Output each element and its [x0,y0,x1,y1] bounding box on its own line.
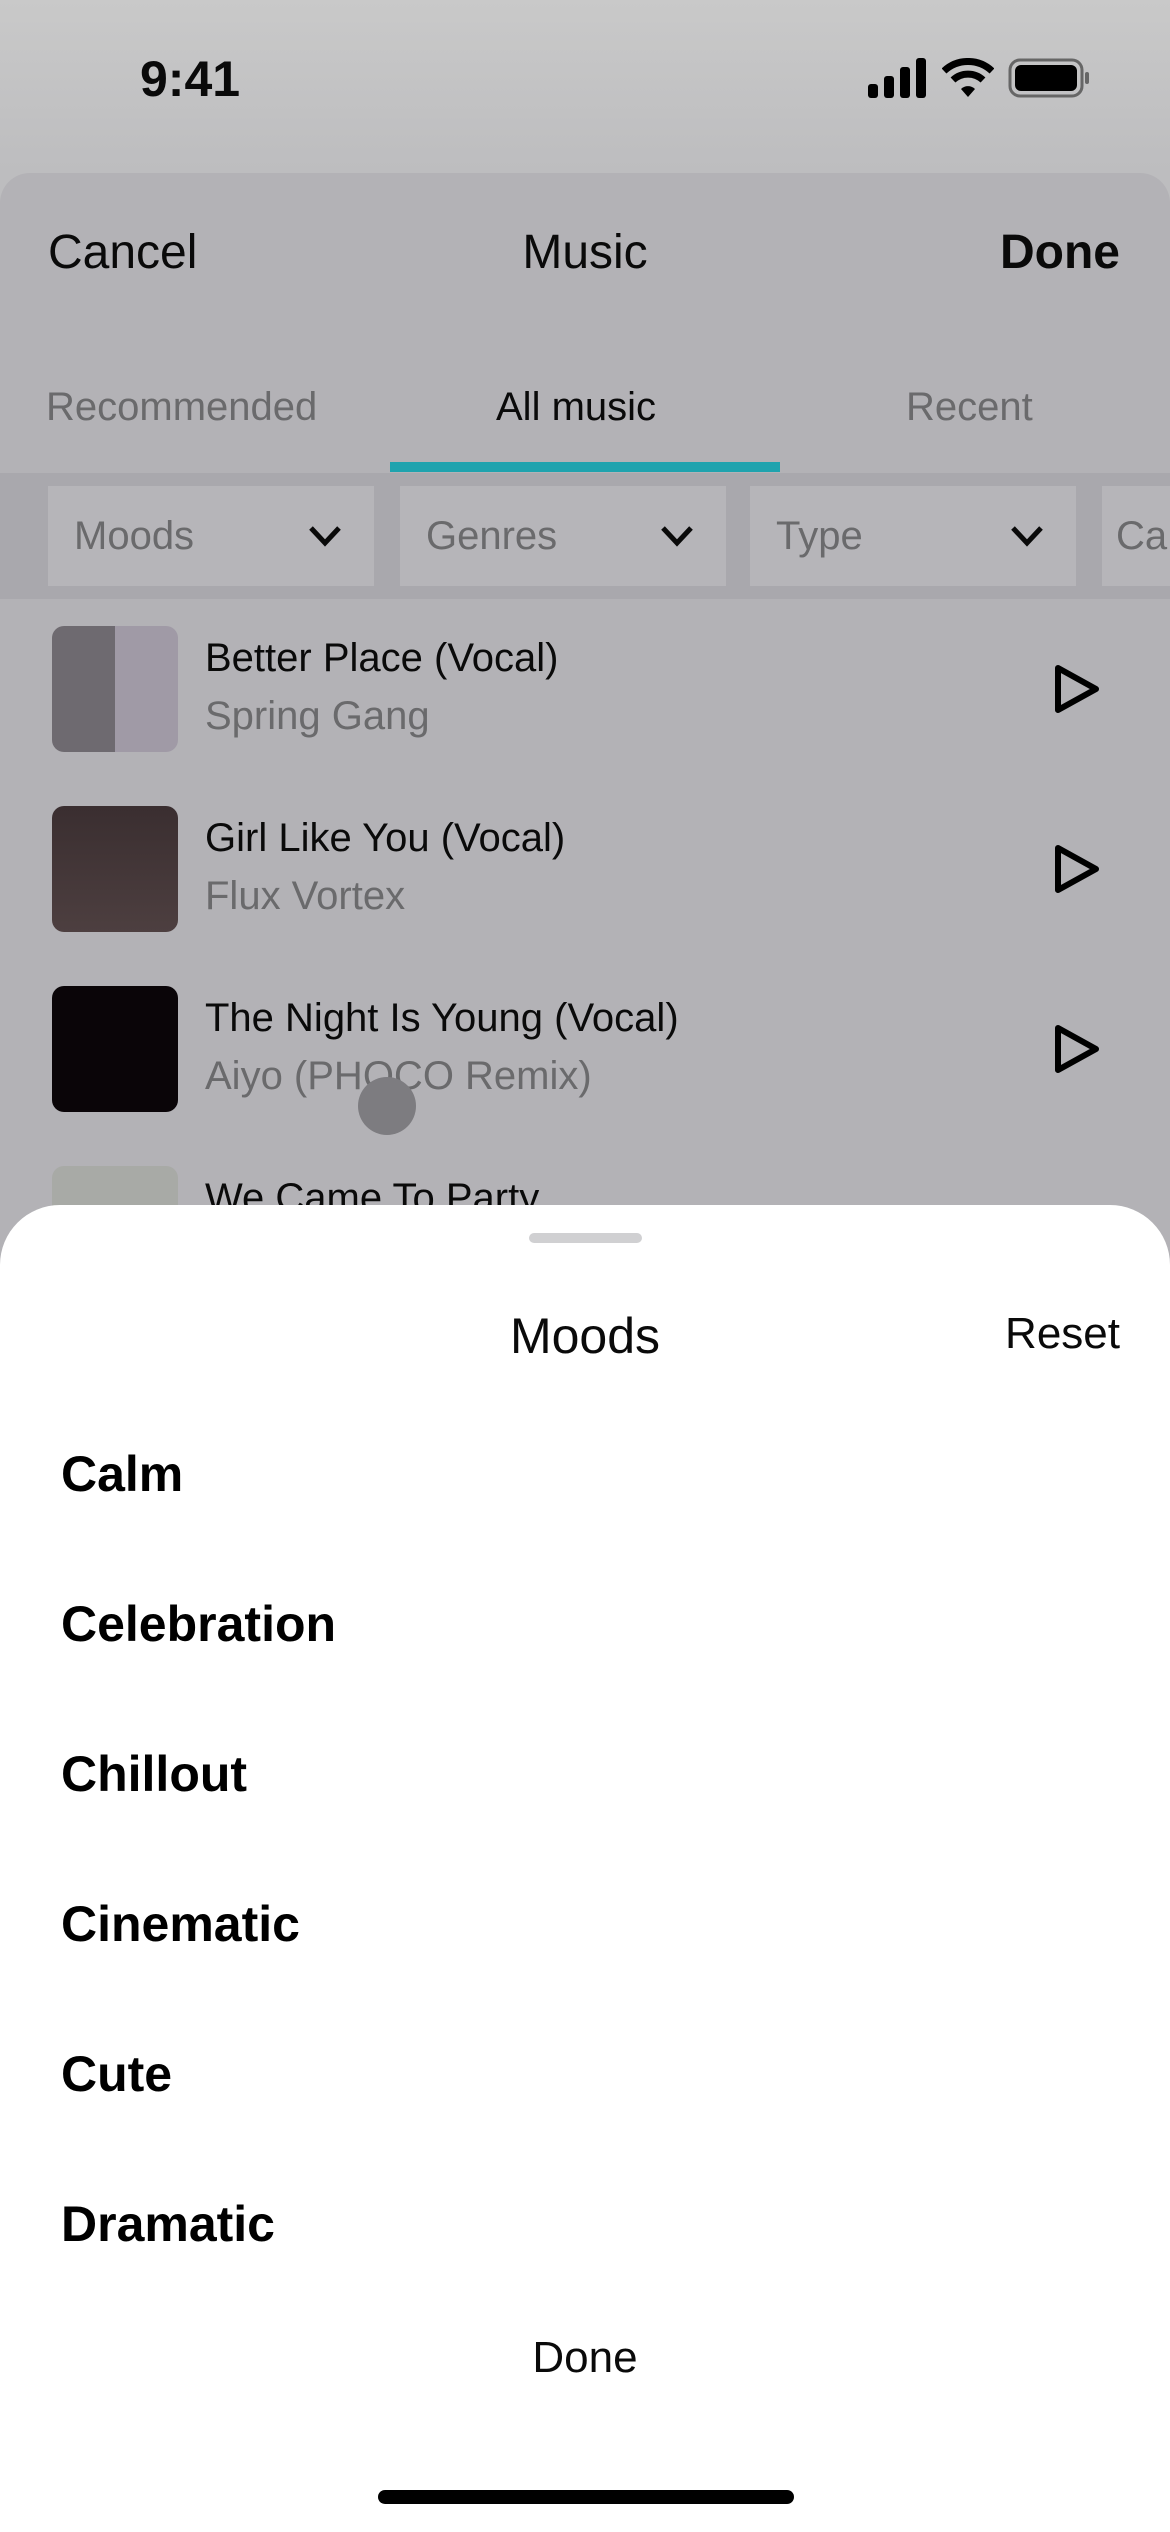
album-art [52,626,178,752]
cancel-button[interactable]: Cancel [48,225,197,280]
track-row[interactable]: Girl Like You (Vocal) Flux Vortex [0,806,1170,986]
filter-label: Moods [74,513,195,558]
done-button[interactable]: Done [1000,225,1120,280]
mood-option-cute[interactable]: Cute [61,2045,172,2103]
moods-sheet: Moods Reset Calm Celebration Chillout Ci… [0,1205,1170,2532]
track-artist: Flux Vortex [205,874,406,918]
active-tab-indicator [390,462,780,472]
wifi-icon [942,58,994,97]
filter-genres[interactable]: Genres [400,486,726,586]
track-title: Girl Like You (Vocal) [205,816,566,860]
filter-category[interactable]: Ca [1102,486,1170,586]
play-icon[interactable] [1054,1024,1100,1074]
tab-recommended[interactable]: Recommended [46,385,317,430]
mood-option-calm[interactable]: Calm [61,1445,183,1503]
mood-option-cinematic[interactable]: Cinematic [61,1895,300,1953]
album-art [52,806,178,932]
sheet-done-button[interactable]: Done [0,2333,1170,2383]
status-time: 9:41 [140,51,241,107]
home-indicator[interactable] [378,2490,794,2504]
status-icons [868,58,1090,98]
chevron-down-icon [1011,526,1043,547]
filter-label: Type [776,513,863,558]
play-icon[interactable] [1054,844,1100,894]
filter-label: Genres [426,513,558,558]
touch-indicator [358,1077,416,1135]
battery-icon [1008,58,1089,98]
tab-all-music[interactable]: All music [496,385,656,430]
filter-type[interactable]: Type [750,486,1076,586]
mood-option-celebration[interactable]: Celebration [61,1595,336,1653]
track-row[interactable]: The Night Is Young (Vocal) Aiyo (PHOCO R… [0,986,1170,1166]
reset-button[interactable]: Reset [1005,1309,1120,1359]
track-title: Better Place (Vocal) [205,636,559,680]
signal-icon [868,58,926,98]
mood-option-chillout[interactable]: Chillout [61,1745,247,1803]
filter-moods[interactable]: Moods [48,486,374,586]
mood-option-dramatic[interactable]: Dramatic [61,2195,275,2253]
drag-handle[interactable] [529,1233,642,1243]
tab-recent[interactable]: Recent [906,385,1033,430]
track-row[interactable]: Better Place (Vocal) Spring Gang [0,626,1170,806]
chevron-down-icon [309,526,341,547]
play-icon[interactable] [1054,664,1100,714]
sheet-title: Moods [509,1308,661,1364]
track-title: The Night Is Young (Vocal) [205,996,679,1040]
track-artist: Spring Gang [205,694,430,738]
album-art [52,986,178,1112]
filter-label: Ca [1116,513,1168,558]
chevron-down-icon [661,526,693,547]
